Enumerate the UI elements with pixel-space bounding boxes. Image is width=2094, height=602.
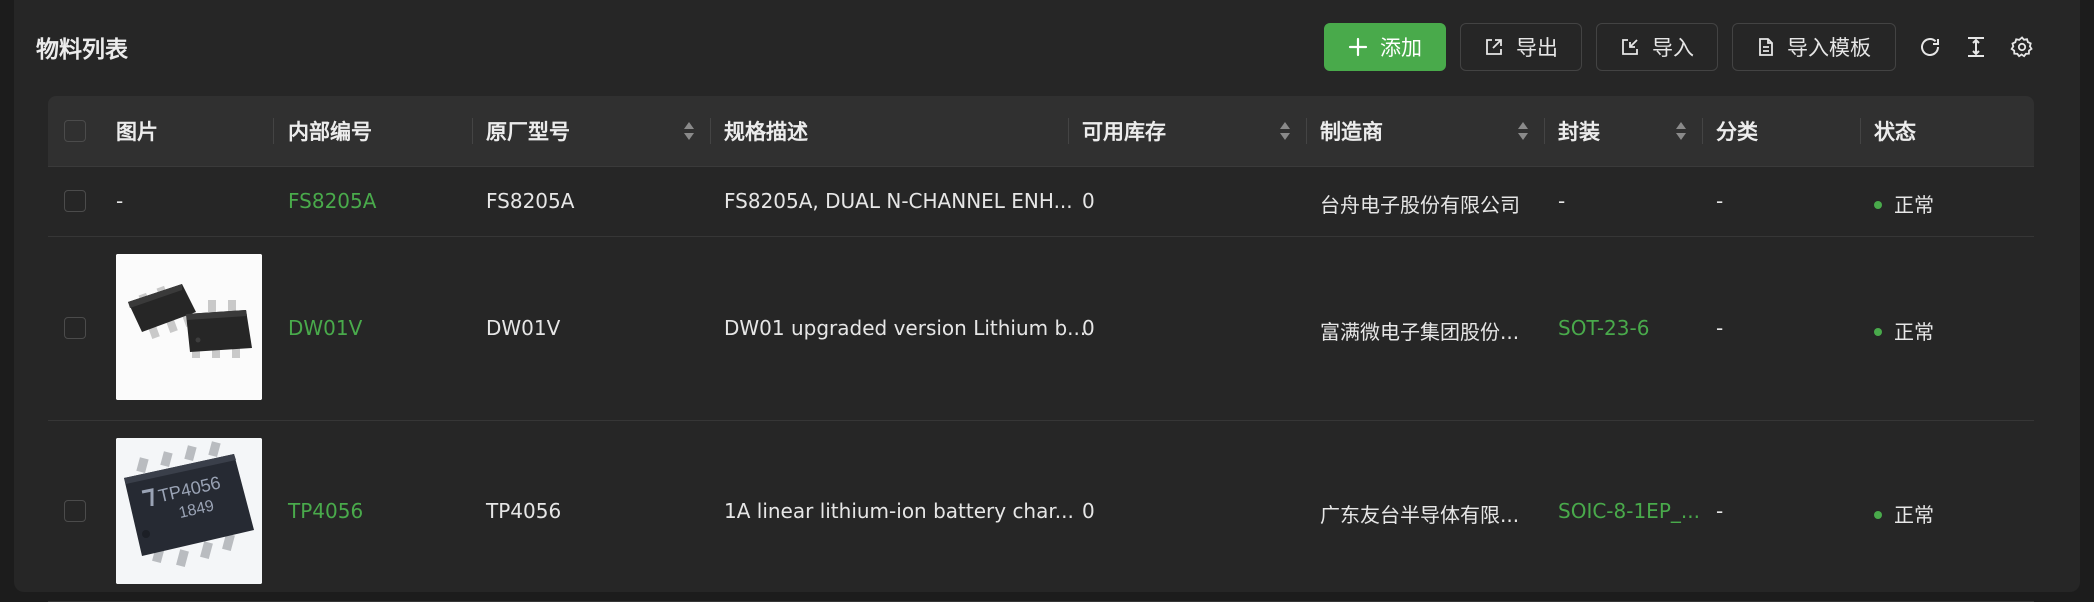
sort-icon[interactable] [1674, 118, 1688, 144]
import-template-button[interactable]: 导入模板 [1732, 23, 1896, 71]
refresh-button[interactable] [1910, 23, 1950, 71]
gear-icon [2010, 36, 2033, 58]
page-title: 物料列表 [36, 37, 128, 63]
import-icon [1622, 39, 1638, 55]
row-checkbox[interactable] [64, 500, 86, 522]
table-row[interactable]: - FS8205A FS8205A FS8205A, DUAL N-CHANNE… [48, 167, 2034, 237]
column-divider [1702, 118, 1703, 144]
export-icon [1486, 39, 1502, 55]
toolbar: 添加 导出 导入 导入模板 [1324, 23, 2048, 71]
cell-stock: 0 [1082, 316, 1095, 340]
header-image: 图片 [116, 120, 158, 144]
status-dot-icon [1874, 327, 1882, 336]
header-stock[interactable]: 可用库存 [1082, 96, 1166, 166]
header-package[interactable]: 封装 [1558, 96, 1600, 166]
table-header: 图片 内部编号 原厂型号 规格描述 可用库存 制造商 封装 分类 状态 [48, 96, 2034, 167]
plus-icon [1348, 37, 1368, 57]
column-divider [1068, 118, 1069, 144]
cell-mfr-part: DW01V [486, 316, 561, 340]
cell-mfr-part: TP4056 [486, 499, 562, 523]
cell-package: - [1558, 189, 1566, 213]
cell-manufacturer: 台舟电子股份有限公司 [1320, 193, 1520, 217]
header-category: 分类 [1716, 120, 1758, 144]
column-divider [1544, 118, 1545, 144]
row-checkbox[interactable] [64, 190, 86, 212]
cell-stock: 0 [1082, 499, 1095, 523]
internal-no-link[interactable]: TP4056 [288, 499, 363, 523]
export-button[interactable]: 导出 [1460, 23, 1582, 71]
column-divider [1860, 118, 1861, 144]
sort-icon[interactable] [1278, 118, 1292, 144]
settings-button[interactable] [2002, 23, 2042, 71]
header-manufacturer[interactable]: 制造商 [1320, 96, 1383, 166]
header-status: 状态 [1874, 120, 1916, 144]
internal-no-link[interactable]: DW01V [288, 316, 362, 340]
cell-mfr-part: FS8205A [486, 189, 575, 213]
package-link[interactable]: SOT-23-6 [1558, 316, 1649, 340]
chip-sot23-photo [116, 254, 262, 400]
cell-manufacturer: 广东友台半导体有限... [1320, 503, 1520, 527]
import-button-label: 导入 [1652, 36, 1694, 60]
header-internal-no: 内部编号 [288, 120, 372, 144]
cell-spec: 1A linear lithium-ion battery char... [724, 499, 1074, 523]
column-divider [472, 118, 473, 144]
status-badge: 正常 [1874, 316, 1934, 345]
status-text: 正常 [1894, 193, 1934, 217]
material-table: 图片 内部编号 原厂型号 规格描述 可用库存 制造商 封装 分类 状态 - FS… [48, 96, 2034, 602]
refresh-icon [1921, 38, 1939, 56]
header-spec: 规格描述 [724, 120, 808, 144]
export-button-label: 导出 [1516, 36, 1558, 60]
chip-soic8-photo: TP4056 1849 [116, 438, 262, 584]
table-row[interactable]: TP4056 1849 TP4056 TP4056 1A linear lith… [48, 421, 2034, 602]
status-text: 正常 [1894, 503, 1934, 527]
select-all-checkbox[interactable] [64, 120, 86, 142]
table-row[interactable]: DW01V DW01V DW01 upgraded version Lithiu… [48, 237, 2034, 421]
column-divider [1306, 118, 1307, 144]
import-button[interactable]: 导入 [1596, 23, 1718, 71]
internal-no-link[interactable]: FS8205A [288, 189, 376, 213]
row-density-button[interactable] [1956, 23, 1996, 71]
cell-spec: DW01 upgraded version Lithium b... [724, 316, 1087, 340]
cell-image-placeholder: - [116, 189, 124, 213]
cell-category: - [1716, 499, 1724, 523]
import-template-button-label: 导入模板 [1787, 36, 1871, 60]
sort-icon[interactable] [1516, 118, 1530, 144]
column-divider [273, 118, 274, 144]
add-button-label: 添加 [1380, 36, 1422, 60]
add-button[interactable]: 添加 [1324, 23, 1446, 71]
status-badge: 正常 [1874, 189, 1934, 218]
cell-category: - [1716, 316, 1724, 340]
cell-spec: FS8205A, DUAL N-CHANNEL ENH... [724, 189, 1073, 213]
cell-category: - [1716, 189, 1724, 213]
column-height-icon [1968, 37, 1984, 57]
header-mfr-part[interactable]: 原厂型号 [486, 96, 570, 166]
cell-manufacturer: 富满微电子集团股份... [1320, 320, 1520, 344]
package-link[interactable]: SOIC-8-1EP_... [1558, 499, 1700, 523]
row-checkbox[interactable] [64, 317, 86, 339]
status-text: 正常 [1894, 320, 1934, 344]
status-dot-icon [1874, 510, 1882, 519]
document-icon [1759, 38, 1773, 56]
status-dot-icon [1874, 200, 1882, 209]
column-divider [710, 118, 711, 144]
cell-stock: 0 [1082, 189, 1095, 213]
status-badge: 正常 [1874, 499, 1934, 528]
sort-icon[interactable] [682, 118, 696, 144]
